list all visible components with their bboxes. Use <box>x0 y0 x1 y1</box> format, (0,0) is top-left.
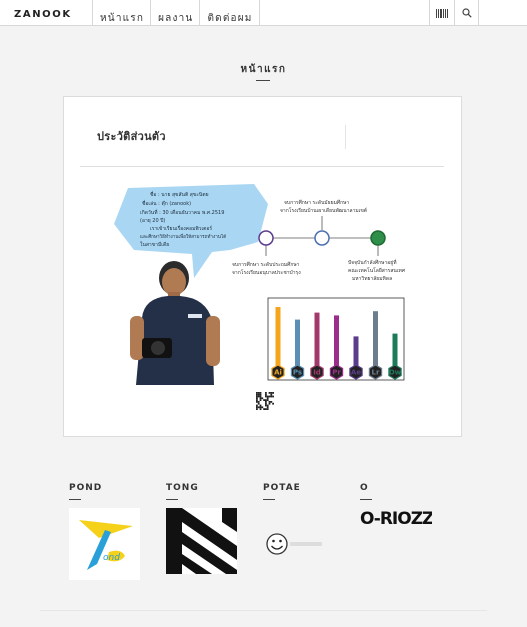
o-thumbnail[interactable]: O-RIOZZ <box>360 508 435 529</box>
skill-label: Ps <box>293 369 302 377</box>
resume-infographic: ชื่อ : นาย สุขสันติ สุขะนิตย ชื่อเล่น : … <box>114 184 406 411</box>
bubble-line: ชื่อ : นาย สุขสันติ สุขะนิตย <box>150 191 209 198</box>
skill-bar-pr <box>334 315 339 370</box>
profile-o[interactable]: O <box>360 483 372 500</box>
profile-name: TONG <box>166 483 199 493</box>
tong-thumbnail[interactable] <box>166 508 237 574</box>
nav-works[interactable]: ผลงาน <box>150 0 199 26</box>
skill-label: Id <box>313 369 321 377</box>
timeline-caption: จากโรงเรียนอนุบาลประชาบำรุง <box>232 269 301 276</box>
card-divider-vertical <box>345 125 346 149</box>
profile-underline <box>69 499 81 500</box>
pond-thumbnail[interactable]: ond <box>69 508 140 580</box>
profile-card: ประวัติส่วนตัว ชื่อ : นาย สุขสันติ สุขะน… <box>63 96 462 437</box>
barcode-button[interactable] <box>429 0 454 26</box>
timeline-caption: มหาวิทยาลัยมหิดล <box>352 275 392 282</box>
bubble-line: เกิดวันที่ : 30 เดือนธันวาคม พ.ศ.2519 <box>140 209 224 216</box>
nav-home[interactable]: หน้าแรก <box>92 0 150 26</box>
skill-bar-id <box>314 312 320 370</box>
page-title: หน้าแรก <box>240 64 287 75</box>
profile-pond[interactable]: POND <box>69 483 102 500</box>
timeline-caption: จบการศึกษา ระดับมัธยมศึกษา <box>284 199 349 206</box>
skill-label: Dw <box>389 369 402 377</box>
potae-thumbnail[interactable] <box>266 532 326 556</box>
school-logo-secondary <box>314 230 330 246</box>
smiley-icon <box>266 533 322 555</box>
profile-potae[interactable]: POTAE <box>263 483 301 500</box>
top-navigation-bar: ZANOOK หน้าแรก ผลงาน ติดต่อผม <box>0 0 527 26</box>
skill-bar-ps <box>295 319 300 370</box>
profile-underline <box>360 499 372 500</box>
bubble-line: ในสาขามีเดีย <box>140 241 169 248</box>
search-button[interactable] <box>454 0 479 26</box>
bubble-line: ชื่อเล่น : ตุ๊ก (zanook) <box>142 200 191 207</box>
bubble-line: เราเข้าเรียนเรื่องคอมพิวเตอร์ <box>150 225 212 232</box>
university-logo <box>370 230 386 246</box>
profile-name: POTAE <box>263 483 301 493</box>
main-nav: หน้าแรก ผลงาน ติดต่อผม <box>92 0 260 26</box>
timeline-caption: จากโรงเรียนบ้านเผาเดียนพัฒนาลามเขต์ <box>280 207 367 214</box>
skill-bar-lr <box>373 311 378 370</box>
search-icon <box>461 8 472 18</box>
oriozz-logo-text: O-RIOZZ <box>360 509 432 528</box>
timeline-caption: ปัจจุบันกำลังศึกษาอยู่ที่ <box>348 259 397 266</box>
skill-label: Lr <box>372 369 380 377</box>
qr-code-icon <box>255 391 275 411</box>
bubble-line: (อายุ 20 ปี) <box>140 217 165 224</box>
profile-tong[interactable]: TONG <box>166 483 199 500</box>
title-underline <box>256 80 270 81</box>
profile-underline <box>166 499 178 500</box>
bubble-line: และศึกษาวิธีทำงานเพื่อให้สามารถทำงานได้ <box>140 233 226 240</box>
skill-label: Pr <box>332 369 341 377</box>
barcode-icon <box>436 8 448 18</box>
skill-label: Ai <box>274 369 282 377</box>
card-divider <box>80 166 444 167</box>
card-title: ประวัติส่วนตัว <box>97 130 166 143</box>
skill-bar-ai <box>275 307 281 370</box>
profile-name: POND <box>69 483 103 493</box>
profile-underline <box>263 499 275 500</box>
header-tools <box>429 0 479 26</box>
timeline-caption: คณะเทคโนโลยีสารสนเทศ <box>348 267 406 274</box>
profile-photo <box>130 261 220 385</box>
oriozz-logo-icon: O-RIOZZ <box>360 509 435 529</box>
tong-logo-icon <box>166 508 237 574</box>
skill-label: Ae <box>351 369 361 377</box>
nav-contact[interactable]: ติดต่อผม <box>199 0 260 26</box>
pond-logo-icon: ond <box>79 520 133 570</box>
footer-divider <box>40 610 487 611</box>
site-logo[interactable]: ZANOOK <box>14 9 72 20</box>
timeline-caption: จบการศึกษา ระดับประถมศึกษา <box>232 261 300 268</box>
school-logo-primary <box>258 230 274 246</box>
profile-name: O <box>360 483 369 493</box>
skills-chart: Ai Ps Id Pr Ae Lr Dw <box>267 297 405 381</box>
svg-text:ond: ond <box>103 553 120 563</box>
